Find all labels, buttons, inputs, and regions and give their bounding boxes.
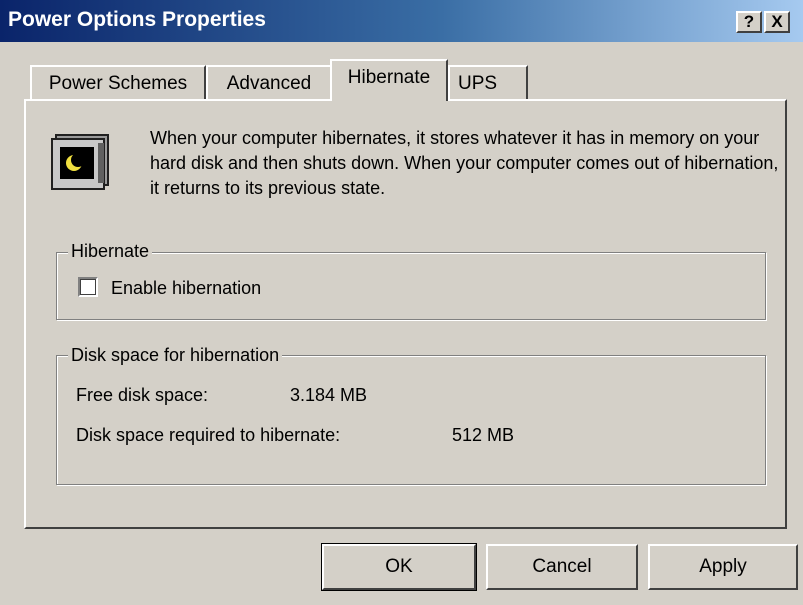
ok-button[interactable]: OK <box>321 543 477 591</box>
disk-space-group-label: Disk space for hibernation <box>68 344 283 366</box>
tab-advanced[interactable]: Advanced <box>206 65 332 101</box>
free-disk-space-label: Free disk space: <box>76 385 209 405</box>
required-disk-space-label: Disk space required to hibernate: <box>76 425 341 445</box>
hibernate-description: When your computer hibernates, it stores… <box>150 128 779 198</box>
hibernate-group-label: Hibernate <box>68 240 153 262</box>
disk-space-group <box>56 355 766 485</box>
tab-power-schemes[interactable]: Power Schemes <box>30 65 206 101</box>
cancel-button[interactable]: Cancel <box>486 544 638 590</box>
tab-ups[interactable]: UPS <box>448 65 528 101</box>
title-bar[interactable]: Power Options Properties ? X <box>0 0 803 42</box>
monitor-moon-icon <box>50 133 120 191</box>
tab-hibernate[interactable]: Hibernate <box>330 59 448 101</box>
free-disk-space-value: 3.184 MB <box>290 385 368 405</box>
enable-hibernation-checkbox[interactable] <box>78 277 98 297</box>
enable-hibernation-label[interactable]: Enable hibernation <box>111 277 261 299</box>
apply-button[interactable]: Apply <box>648 544 798 590</box>
window-title: Power Options Properties <box>8 8 266 31</box>
close-button[interactable]: X <box>764 11 790 33</box>
help-button[interactable]: ? <box>736 11 762 33</box>
required-disk-space-value: 512 MB <box>452 425 515 445</box>
